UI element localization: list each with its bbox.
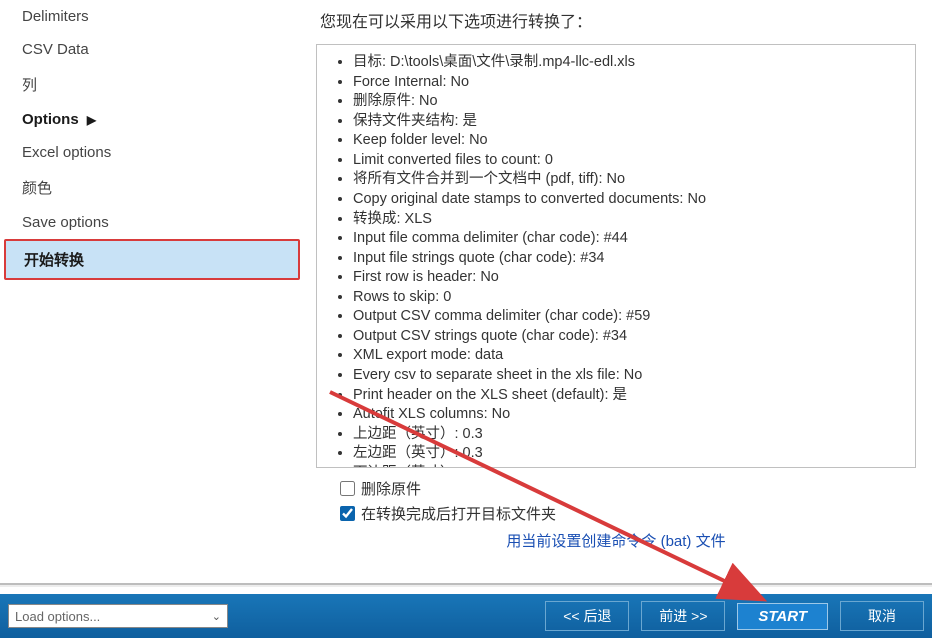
open-folder-checkbox[interactable] xyxy=(340,506,355,521)
sidebar-item-color[interactable]: 颜色 xyxy=(4,169,300,206)
load-options-dropdown[interactable]: Load options... ⌄ xyxy=(8,604,228,628)
checkbox-group: 删除原件 在转换完成后打开目标文件夹 xyxy=(316,478,916,524)
load-options-label: Load options... xyxy=(15,609,100,624)
sidebar-item-csv-data[interactable]: CSV Data xyxy=(4,33,300,66)
option-item: Force Internal: No xyxy=(353,73,907,93)
option-item: 左边距（英寸）: 0.3 xyxy=(353,444,907,464)
option-item: Input file comma delimiter (char code): … xyxy=(353,229,907,249)
option-item: 将所有文件合并到一个文档中 (pdf, tiff): No xyxy=(353,170,907,190)
checkbox-row-open: 在转换完成后打开目标文件夹 xyxy=(340,503,916,524)
option-item: 转换成: XLS xyxy=(353,210,907,230)
divider xyxy=(0,583,932,587)
options-list: 目标: D:\tools\桌面\文件\录制.mp4-llc-edl.xls Fo… xyxy=(353,53,907,468)
chevron-down-icon: ⌄ xyxy=(212,610,221,623)
checkbox-label: 在转换完成后打开目标文件夹 xyxy=(361,503,556,524)
option-item: Input file strings quote (char code): #3… xyxy=(353,249,907,269)
sidebar-item-delimiters[interactable]: Delimiters xyxy=(4,0,300,33)
option-item: 删除原件: No xyxy=(353,92,907,112)
delete-original-checkbox[interactable] xyxy=(340,481,355,496)
sidebar-item-label: Options xyxy=(22,111,79,128)
create-bat-link[interactable]: 用当前设置创建命令令 (bat) 文件 xyxy=(316,530,916,551)
bottom-bar: Load options... ⌄ << 后退 前进 >> START 取消 xyxy=(0,594,932,638)
back-button[interactable]: << 后退 xyxy=(545,601,629,631)
start-button[interactable]: START xyxy=(737,603,828,630)
sidebar-item-save-options[interactable]: Save options xyxy=(4,206,300,239)
option-item: Print header on the XLS sheet (default):… xyxy=(353,386,907,406)
option-item: Copy original date stamps to converted d… xyxy=(353,190,907,210)
option-item: Every csv to separate sheet in the xls f… xyxy=(353,366,907,386)
option-item: Output CSV strings quote (char code): #3… xyxy=(353,327,907,347)
option-item: Keep folder level: No xyxy=(353,131,907,151)
option-item: Rows to skip: 0 xyxy=(353,288,907,308)
options-list-box[interactable]: 目标: D:\tools\桌面\文件\录制.mp4-llc-edl.xls Fo… xyxy=(316,44,916,468)
option-item: 目标: D:\tools\桌面\文件\录制.mp4-llc-edl.xls xyxy=(353,53,907,73)
sidebar-item-start-convert[interactable]: 开始转换 xyxy=(4,239,300,280)
option-item: Autofit XLS columns: No xyxy=(353,405,907,425)
option-item: 保持文件夹结构: 是 xyxy=(353,112,907,132)
checkbox-label: 删除原件 xyxy=(361,478,421,499)
option-item: First row is header: No xyxy=(353,268,907,288)
sidebar: Delimiters CSV Data 列 Options ▶ Excel op… xyxy=(0,0,300,588)
checkbox-row-delete: 删除原件 xyxy=(340,478,916,499)
option-item: Output CSV comma delimiter (char code): … xyxy=(353,307,907,327)
sidebar-item-options[interactable]: Options ▶ xyxy=(4,103,300,136)
option-item: 上边距（英寸）: 0.3 xyxy=(353,425,907,445)
cancel-button[interactable]: 取消 xyxy=(840,601,924,631)
sidebar-item-columns[interactable]: 列 xyxy=(4,66,300,103)
sidebar-item-excel-options[interactable]: Excel options xyxy=(4,136,300,169)
option-item: 下边距（英寸）: 0.3 xyxy=(353,464,907,468)
option-item: Limit converted files to count: 0 xyxy=(353,151,907,171)
arrow-right-icon: ▶ xyxy=(87,113,96,127)
forward-button[interactable]: 前进 >> xyxy=(641,601,725,631)
main-title: 您现在可以采用以下选项进行转换了： xyxy=(316,8,916,32)
main-panel: 您现在可以采用以下选项进行转换了： 目标: D:\tools\桌面\文件\录制.… xyxy=(300,0,932,588)
option-item: XML export mode: data xyxy=(353,346,907,366)
